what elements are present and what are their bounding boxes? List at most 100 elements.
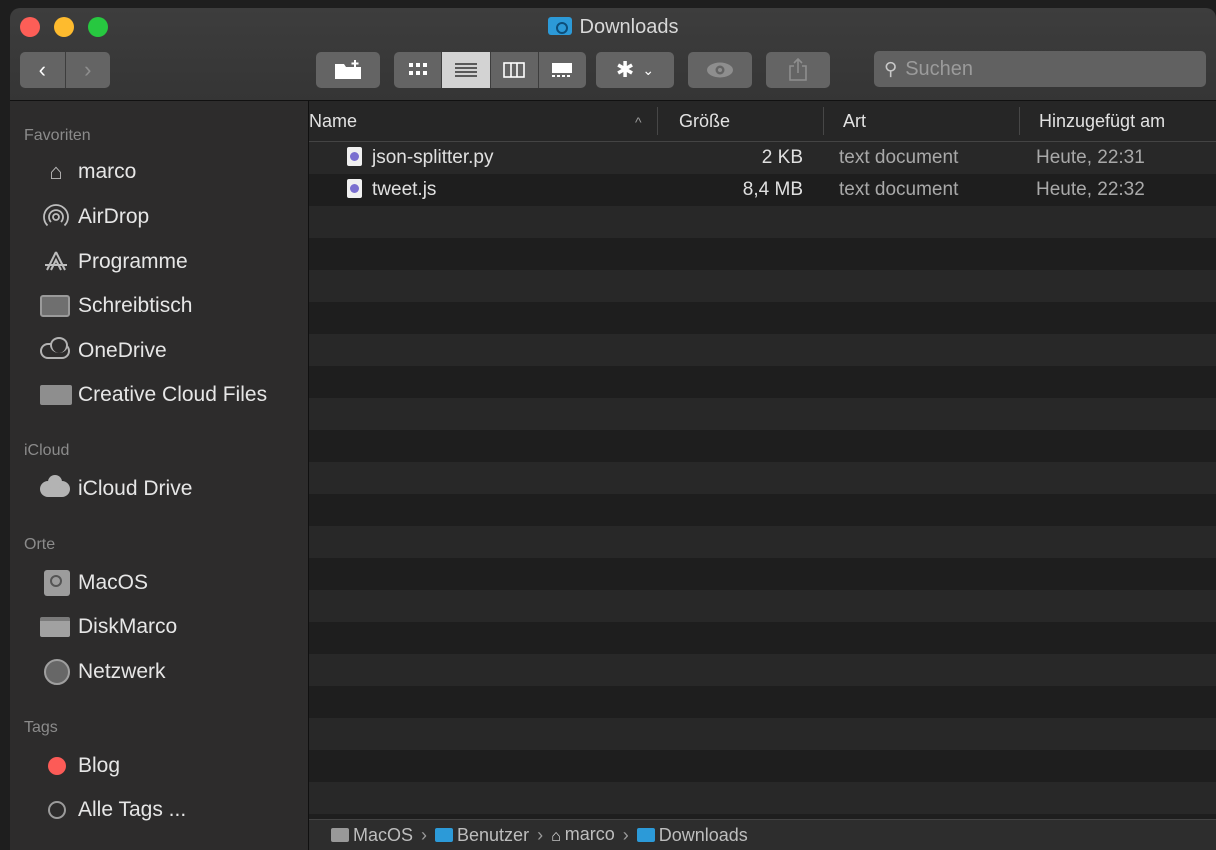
- network-icon: [44, 659, 70, 685]
- path-item-marco[interactable]: ⌂ marco: [551, 824, 615, 846]
- grid-icon: [408, 63, 427, 75]
- text-file-icon: [347, 147, 362, 166]
- empty-row: [309, 622, 1216, 654]
- window-title: Downloads: [10, 16, 1216, 39]
- new-folder-button[interactable]: [316, 52, 380, 88]
- back-button[interactable]: ‹: [20, 52, 65, 88]
- share-button[interactable]: [766, 52, 830, 88]
- sidebar-item-icloud-drive[interactable]: iCloud Drive: [40, 474, 192, 504]
- empty-row: [309, 238, 1216, 270]
- gallery-view-button[interactable]: [539, 52, 586, 88]
- sidebar-item-creative-cloud-files[interactable]: Creative Cloud Files: [40, 380, 267, 410]
- cloud-icon: [40, 337, 70, 359]
- empty-row: [309, 462, 1216, 494]
- share-icon: [789, 58, 807, 81]
- sidebar-item-label: OneDrive: [78, 339, 167, 362]
- search-input[interactable]: [903, 56, 1188, 82]
- sidebar-item-diskmarco[interactable]: DiskMarco: [40, 612, 177, 642]
- path-item-macos[interactable]: MacOS: [331, 825, 413, 846]
- empty-row: [309, 494, 1216, 526]
- sidebar-section-icloud: iCloud: [24, 442, 70, 459]
- empty-row: [309, 526, 1216, 558]
- downloads-folder-icon: [636, 827, 655, 842]
- file-date-added: Heute, 22:31: [1036, 147, 1145, 168]
- columns-icon: [503, 62, 525, 78]
- column-header-kind[interactable]: Art: [843, 111, 866, 132]
- gallery-icon: [552, 63, 573, 77]
- chevron-down-icon: ⌄: [642, 61, 655, 78]
- path-bar: MacOS › Benutzer › ⌂ marco › Downloads: [309, 819, 1216, 850]
- cloud-icon: [40, 475, 70, 497]
- file-name: json-splitter.py: [372, 147, 494, 168]
- text-file-icon: [347, 179, 362, 198]
- forward-button[interactable]: ›: [64, 52, 111, 88]
- toolbar: Downloads ‹ › ✱ ⌄ ⚲ Suchen: [10, 8, 1216, 101]
- gear-icon: ✱: [615, 57, 635, 82]
- airdrop-icon: [40, 204, 72, 229]
- path-item-label: marco: [564, 824, 615, 844]
- path-item-label: Benutzer: [457, 824, 530, 845]
- file-name-cell: tweet.js: [347, 179, 436, 201]
- table-row[interactable]: tweet.js 8,4 MB text document Heute, 22:…: [309, 174, 1216, 206]
- sidebar-item-all-tags[interactable]: Alle Tags ...: [40, 795, 186, 825]
- sidebar-item-label: Schreibtisch: [78, 294, 193, 317]
- icon-view-button[interactable]: [394, 52, 443, 88]
- sidebar-item-schreibtisch[interactable]: Schreibtisch: [40, 291, 192, 321]
- empty-row: [309, 430, 1216, 462]
- empty-row: [309, 334, 1216, 366]
- path-item-benutzer[interactable]: Benutzer: [435, 825, 529, 846]
- empty-row: [309, 686, 1216, 718]
- sidebar-item-marco[interactable]: ⌂ marco: [40, 157, 136, 187]
- empty-row: [309, 302, 1216, 334]
- sidebar-item-onedrive[interactable]: OneDrive: [40, 336, 167, 366]
- sidebar: Favoriten ⌂ marco AirDrop Programme Schr…: [10, 101, 309, 850]
- sidebar-item-tag-blog[interactable]: Blog: [40, 751, 120, 781]
- file-rows: json-splitter.py 2 KB text document Heut…: [309, 142, 1216, 819]
- sidebar-item-label: iCloud Drive: [78, 477, 193, 500]
- folder-icon: [435, 827, 454, 842]
- column-view-button[interactable]: [491, 52, 539, 88]
- sidebar-item-macos[interactable]: MacOS: [40, 568, 148, 598]
- column-header-size[interactable]: Größe: [679, 111, 730, 132]
- column-header-date-added[interactable]: Hinzugefügt am: [1039, 111, 1165, 132]
- action-menu-button[interactable]: ✱ ⌄: [596, 52, 674, 88]
- sidebar-item-label: Programme: [78, 250, 188, 273]
- empty-row: [309, 366, 1216, 398]
- table-row[interactable]: json-splitter.py 2 KB text document Heut…: [309, 142, 1216, 174]
- column-header-name[interactable]: Name: [309, 111, 357, 132]
- list-view-button[interactable]: [442, 52, 491, 88]
- column-divider[interactable]: [823, 107, 824, 135]
- sidebar-section-favorites: Favoriten: [24, 127, 91, 144]
- disk-icon: [44, 570, 70, 596]
- path-item-downloads[interactable]: Downloads: [636, 824, 748, 846]
- sidebar-item-netzwerk[interactable]: Netzwerk: [40, 657, 166, 687]
- finder-window: Downloads ‹ › ✱ ⌄ ⚲ Suchen Favoriten ⌂ m…: [10, 8, 1216, 850]
- file-list: Name ^ Größe Art Hinzugefügt am json-spl…: [309, 101, 1216, 819]
- navigation-buttons: ‹ ›: [20, 52, 110, 88]
- path-separator: ›: [537, 824, 544, 845]
- quick-look-button[interactable]: [688, 52, 752, 88]
- home-icon: ⌂: [551, 828, 561, 845]
- empty-row: [309, 590, 1216, 622]
- home-icon: ⌂: [49, 159, 63, 184]
- empty-row: [309, 718, 1216, 750]
- sidebar-item-programme[interactable]: Programme: [40, 247, 188, 277]
- sidebar-item-label: MacOS: [78, 571, 149, 594]
- eye-icon: [707, 62, 733, 78]
- file-kind: text document: [839, 147, 959, 168]
- search-field[interactable]: ⚲: [874, 51, 1206, 87]
- file-size: 2 KB: [761, 147, 803, 168]
- sidebar-item-label: marco: [78, 160, 137, 183]
- path-item-label: Downloads: [658, 824, 748, 845]
- path-separator: ›: [421, 824, 428, 845]
- sidebar-item-label: AirDrop: [78, 205, 150, 228]
- nas-icon: [40, 617, 70, 637]
- disk-icon: [331, 827, 349, 842]
- sidebar-item-label: DiskMarco: [78, 615, 178, 638]
- sidebar-item-airdrop[interactable]: AirDrop: [40, 202, 149, 232]
- file-kind: text document: [839, 179, 959, 200]
- empty-row: [309, 558, 1216, 590]
- column-divider[interactable]: [1019, 107, 1020, 135]
- folder-icon: [40, 385, 72, 405]
- column-divider[interactable]: [657, 107, 658, 135]
